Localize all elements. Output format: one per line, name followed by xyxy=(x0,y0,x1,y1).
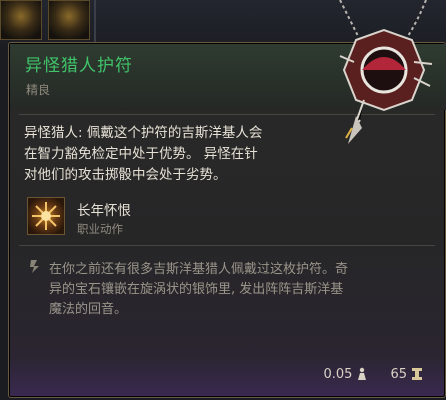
divider xyxy=(19,245,435,246)
item-rarity: 精良 xyxy=(26,83,51,97)
inventory-slot-item[interactable] xyxy=(0,0,42,40)
lore-line: 在你之前还有很多吉斯洋基猎人佩戴过这枚护符。奇 xyxy=(49,262,349,277)
description-line: 在智力豁免检定中处于优势。 异怪在针 xyxy=(24,146,258,162)
description-line: 异怪猎人: 佩戴这个护符的吉斯洋基人会 xyxy=(24,125,263,141)
action-type: 职业动作 xyxy=(77,222,123,236)
starburst-icon[interactable] xyxy=(27,197,65,235)
lore-text: 在你之前还有很多吉斯洋基猎人佩戴过这枚护符。奇 异的宝石镶嵌在旋涡状的银饰里, … xyxy=(49,260,424,320)
amulet-icon xyxy=(339,0,433,144)
gold-coin-icon xyxy=(412,368,422,380)
weight-value: 0.05 xyxy=(323,366,353,382)
inventory-slot-item[interactable] xyxy=(48,0,90,40)
description-line: 对他们的攻击掷骰中会处于劣势。 xyxy=(24,167,227,183)
slot-divider xyxy=(94,0,96,46)
action-name: 长年怀恨 xyxy=(77,203,131,219)
item-title: 异怪猎人护符 xyxy=(25,56,133,76)
weight-icon xyxy=(358,367,367,380)
lore-line: 异的宝石镶嵌在旋涡状的银饰里, 发出阵阵吉斯洋基 xyxy=(49,282,344,297)
item-stats: 0.05 65 xyxy=(324,365,424,383)
item-description: 异怪猎人: 佩戴这个护符的吉斯洋基人会 在智力豁免检定中处于优势。 异怪在针 对… xyxy=(24,123,324,186)
quote-icon xyxy=(30,260,39,273)
lore-line: 魔法的回音。 xyxy=(49,302,128,317)
gold-value: 65 xyxy=(390,366,407,382)
